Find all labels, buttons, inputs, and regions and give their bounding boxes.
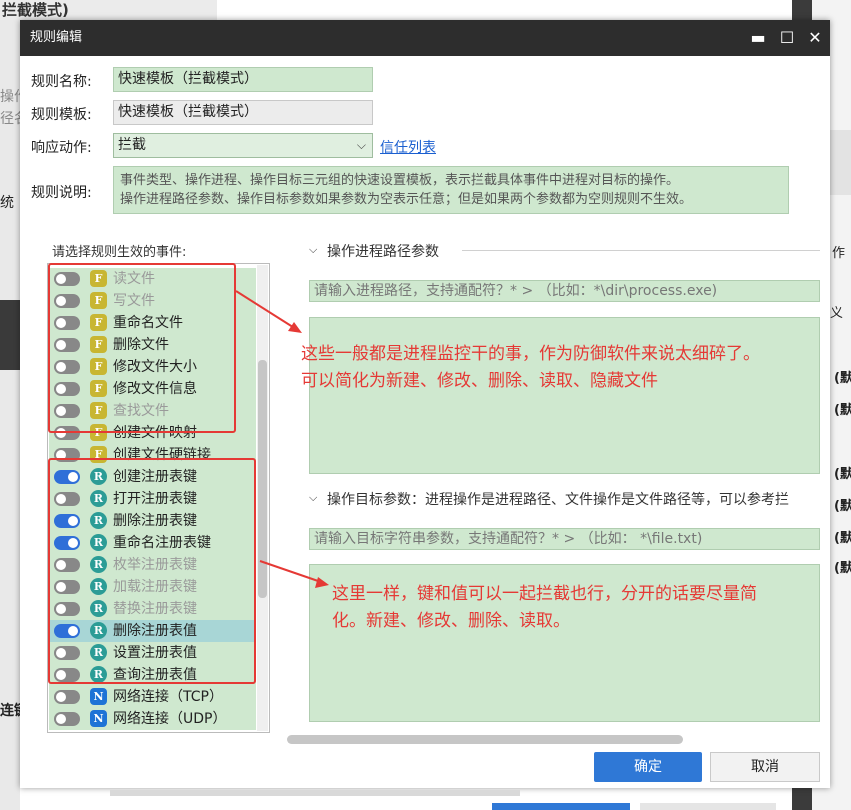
action-select-value: 拦截 xyxy=(118,137,146,153)
close-icon[interactable]: ✕ xyxy=(800,20,830,56)
rule-template-field: 快速模板（拦截模式） xyxy=(113,100,373,125)
background-left-panel xyxy=(0,20,20,810)
maximize-icon[interactable]: ☐ xyxy=(772,20,802,56)
toggle-knob xyxy=(56,714,66,724)
dialog-titlebar[interactable]: 规则编辑 ▬ ☐ ✕ xyxy=(20,20,830,56)
description-line-2: 操作进程路径参数、操作目标参数如果参数为空表示任意；但是如果两个参数都为空则规则… xyxy=(120,192,693,207)
background-window-title: 拦截模式) xyxy=(0,0,217,20)
background-strip xyxy=(640,803,776,810)
events-label: 请选择规则生效的事件: xyxy=(52,245,187,260)
annotation-note-2: 这里一样，键和值可以一起拦截也行，分开的话要尽量简 化。新建、修改、删除、读取。 xyxy=(332,581,832,635)
background-strip xyxy=(110,790,520,796)
background-fragment: (默 xyxy=(834,403,851,418)
action-select[interactable]: 拦截 ⌵ xyxy=(113,133,373,158)
action-label: 响应动作: xyxy=(31,140,92,156)
dialog-title: 规则编辑 xyxy=(30,30,83,45)
annotation-note-1-line-1: 这些一般都是进程监控干的事，作为防御软件来说太细碎了。 xyxy=(301,344,760,364)
description-box: 事件类型、操作进程、操作目标三元组的快速设置模板，表示拦截具体事件中进程对目标的… xyxy=(113,166,789,214)
annotation-box-file-events xyxy=(48,263,236,433)
annotation-note-1: 这些一般都是进程监控干的事，作为防御软件来说太细碎了。 可以简化为新建、修改、删… xyxy=(301,341,760,395)
annotation-arrow-2 xyxy=(259,560,329,588)
section-divider xyxy=(462,250,820,251)
event-list-item[interactable]: N 网络连接（TCP） xyxy=(49,686,256,708)
process-path-input[interactable]: 请输入进程路径，支持通配符？* > （比如：*\dir\process.exe) xyxy=(309,280,820,302)
rule-name-label: 规则名称: xyxy=(31,74,92,90)
rule-template-label: 规则模板: xyxy=(31,107,92,123)
event-label: 网络连接（TCP） xyxy=(113,689,223,705)
annotation-note-2-line-2: 化。新建、修改、删除、读取。 xyxy=(332,611,570,631)
horizontal-scrollbar-thumb[interactable] xyxy=(287,735,683,744)
annotation-arrow-1 xyxy=(235,290,302,333)
annotation-note-2-line-1: 这里一样，键和值可以一起拦截也行，分开的话要尽量简 xyxy=(332,584,757,604)
cancel-button[interactable]: 取消 xyxy=(710,752,820,782)
ok-button[interactable]: 确定 xyxy=(594,752,702,782)
background-fragment: (默 xyxy=(834,531,851,546)
background-fragment: (默 xyxy=(834,371,851,386)
event-type-icon: N xyxy=(90,710,107,727)
event-toggle[interactable] xyxy=(54,690,80,704)
background-left-dark-strip xyxy=(0,300,20,370)
annotation-box-registry-events xyxy=(48,458,256,684)
background-fragment: 统 xyxy=(0,195,14,211)
background-strip xyxy=(492,803,630,810)
background-fragment: (默 xyxy=(834,561,851,576)
toggle-knob xyxy=(56,692,66,702)
chevron-down-icon[interactable]: ⌵ xyxy=(309,491,317,505)
description-line-1: 事件类型、操作进程、操作目标三元组的快速设置模板，表示拦截具体事件中进程对目标的… xyxy=(120,173,680,188)
minimize-icon[interactable]: ▬ xyxy=(743,20,773,56)
annotation-note-1-line-2: 可以简化为新建、修改、删除、读取、隐藏文件 xyxy=(301,371,658,391)
chevron-down-icon[interactable]: ⌵ xyxy=(309,243,317,257)
background-fragment: (默 xyxy=(834,467,851,482)
target-param-input[interactable]: 请输入目标字符串参数，支持通配符？* > （比如： *\file.txt) xyxy=(309,528,820,550)
chevron-down-icon: ⌵ xyxy=(356,138,366,152)
process-section-title[interactable]: 操作进程路径参数 xyxy=(327,241,439,261)
trust-list-link[interactable]: 信任列表 xyxy=(380,137,436,157)
event-label: 网络连接（UDP） xyxy=(113,711,227,727)
description-label: 规则说明: xyxy=(31,185,92,201)
background-fragment: 作 xyxy=(832,246,846,261)
rule-name-field[interactable]: 快速模板（拦截模式） xyxy=(113,67,373,92)
background-fragment: 义 xyxy=(830,306,844,321)
background-fragment: (默 xyxy=(834,499,851,514)
event-type-icon: N xyxy=(90,688,107,705)
target-section-title[interactable]: 操作目标参数：进程操作是进程路径、文件操作是文件路径等，可以参考拦 xyxy=(327,489,820,509)
event-toggle[interactable] xyxy=(54,712,80,726)
event-list-item[interactable]: N 网络连接（UDP） xyxy=(49,708,256,730)
